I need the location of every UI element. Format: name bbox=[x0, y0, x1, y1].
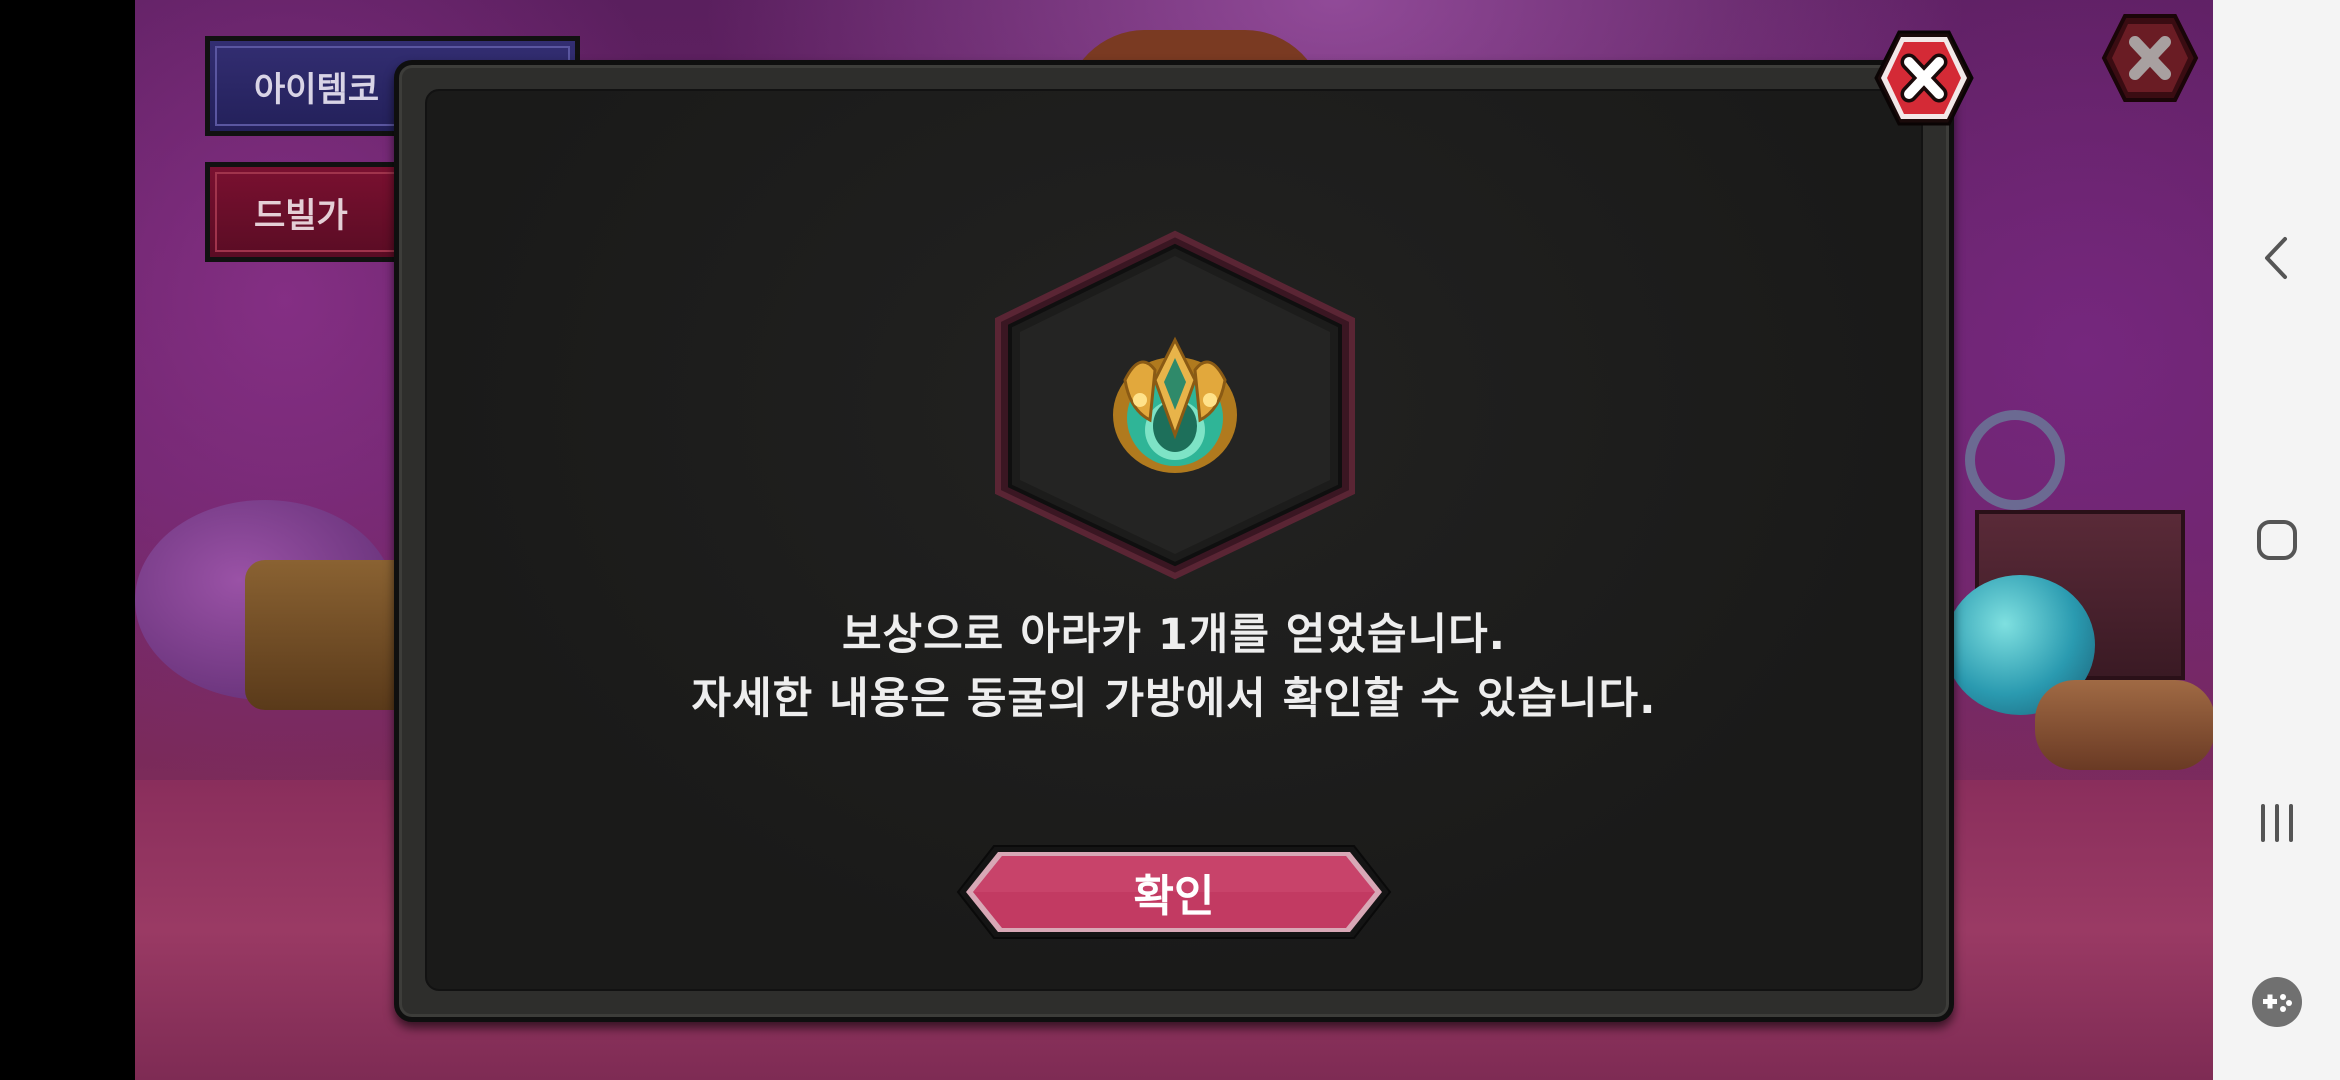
item-code-label: 아이템코 bbox=[254, 69, 380, 110]
dialog-close-icon[interactable] bbox=[1872, 28, 1976, 128]
scroll bbox=[2035, 680, 2213, 770]
recent-apps-icon[interactable] bbox=[2213, 793, 2340, 853]
reward-message-line1: 보상으로 아라카 1개를 얻었습니다. bbox=[841, 610, 1506, 660]
reward-message-line2: 자세한 내용은 동굴의 가방에서 확인할 수 있습니다. bbox=[691, 674, 1657, 724]
background-close-icon[interactable] bbox=[2100, 12, 2200, 104]
left-letterbox bbox=[0, 0, 135, 1080]
confirm-button-label: 확인 bbox=[1133, 871, 1215, 922]
back-icon[interactable] bbox=[2213, 228, 2340, 288]
android-nav-bar bbox=[2213, 0, 2340, 1080]
devil-label: 드빌가 bbox=[254, 195, 348, 236]
game-tools-icon[interactable] bbox=[2213, 972, 2340, 1032]
home-icon[interactable] bbox=[2213, 510, 2340, 570]
reward-hexagon-frame bbox=[995, 230, 1355, 580]
confirm-button[interactable]: 확인 bbox=[954, 842, 1394, 942]
vase bbox=[1965, 410, 2065, 510]
